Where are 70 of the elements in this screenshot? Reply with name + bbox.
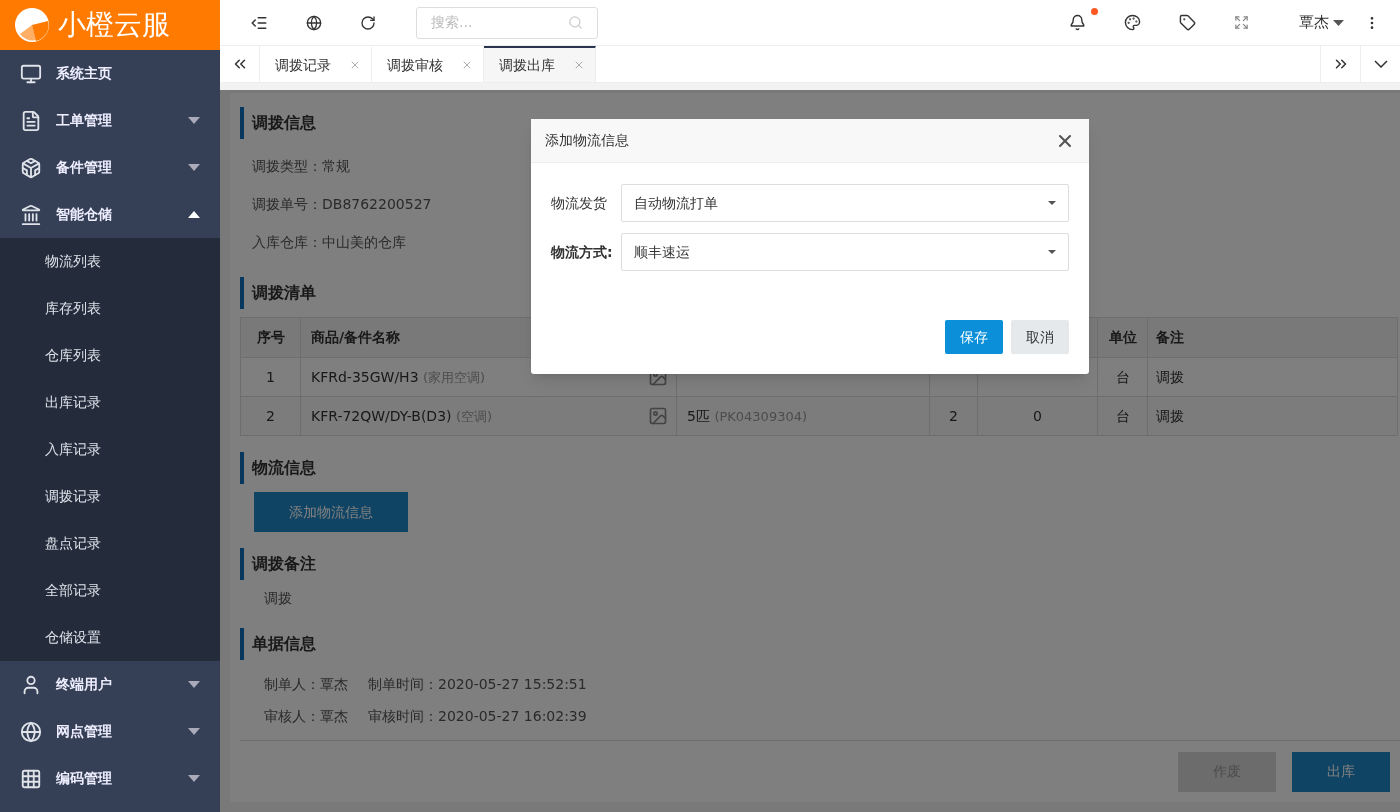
select-field[interactable]: 自动物流打单 — [621, 184, 1069, 222]
section-title: 物流信息 — [252, 457, 316, 479]
submenu-item[interactable]: 盘点记录 — [0, 520, 220, 567]
info-text: 审核人：覃杰 — [264, 706, 348, 726]
section-title: 调拨备注 — [252, 553, 316, 575]
logo-icon — [14, 7, 50, 43]
info-text: 审核时间：2020-05-27 16:02:39 — [368, 706, 587, 726]
table-cell: 2 — [929, 396, 978, 436]
bell-icon[interactable] — [1069, 14, 1086, 32]
section-title: 调拨信息 — [252, 112, 316, 134]
palette-icon[interactable] — [1124, 14, 1141, 32]
tab[interactable]: 调拨出库 — [484, 46, 596, 82]
grid-icon — [20, 767, 42, 790]
sidebar-item[interactable]: 终端用户 — [0, 661, 220, 708]
chevron-down-icon — [1373, 60, 1388, 69]
submenu-item[interactable]: 物流列表 — [0, 238, 220, 285]
submenu-item[interactable]: 全部记录 — [0, 567, 220, 614]
brand-name: 小橙云服 — [58, 11, 170, 39]
submenu-item[interactable]: 仓储设置 — [0, 614, 220, 661]
search-field[interactable]: 搜索... — [416, 6, 598, 39]
table-cell: 台 — [1097, 357, 1148, 397]
monitor-icon — [20, 62, 42, 85]
table-header: 序号 — [240, 317, 301, 358]
refresh-icon[interactable] — [360, 14, 376, 31]
tag-icon[interactable] — [1179, 14, 1196, 32]
sidebar-item[interactable]: 网点管理 — [0, 708, 220, 755]
cancel-button[interactable]: 取消 — [1011, 320, 1069, 354]
sidebar-item[interactable]: 工单管理 — [0, 97, 220, 144]
caret-down-icon — [1048, 250, 1056, 254]
table-header: 备注 — [1147, 317, 1398, 358]
remark-text: 调拨 — [263, 589, 293, 608]
info-text: 制单时间：2020-05-27 15:52:51 — [368, 674, 587, 694]
search-icon — [568, 15, 583, 31]
submenu-item[interactable]: 出库记录 — [0, 379, 220, 426]
section-title: 单据信息 — [252, 633, 316, 655]
globe-icon[interactable] — [306, 14, 322, 31]
save-button[interactable]: 保存 — [945, 320, 1003, 354]
bank-icon — [20, 203, 42, 226]
section-title: 调拨清单 — [252, 282, 316, 304]
globe-icon — [20, 720, 42, 743]
table-cell: 调拨 — [1147, 396, 1398, 436]
table-cell: 台 — [1097, 396, 1148, 436]
table-cell: 调拨 — [1147, 357, 1398, 397]
table-cell: 2 — [240, 396, 301, 436]
submenu-item[interactable]: 入库记录 — [0, 426, 220, 473]
info-text: 调拨类型：常规 — [252, 156, 350, 176]
user-menu[interactable]: 覃杰 — [1299, 11, 1344, 34]
submenu-item[interactable]: 库存列表 — [0, 285, 220, 332]
dialog-title: 添加物流信息 — [545, 131, 630, 150]
search-input[interactable]: 搜索... — [431, 12, 568, 34]
sidebar-item[interactable]: 智能仓储 — [0, 191, 220, 238]
field-label: 物流发货 — [551, 194, 607, 211]
caret-down-icon — [1333, 19, 1344, 26]
table-cell: 1 — [240, 357, 301, 397]
tab[interactable]: 调拨记录 — [260, 46, 372, 82]
info-text: 制单人：覃杰 — [264, 674, 348, 694]
info-text: 入库仓库：中山美的仓库 — [252, 232, 406, 252]
field-label: 物流方式: — [551, 243, 613, 260]
info-text: 调拨单号：DB8762200527 — [252, 194, 432, 214]
sidebar-item[interactable]: 编码管理 — [0, 755, 220, 802]
submenu-item[interactable]: 调拨记录 — [0, 473, 220, 520]
caret-down-icon — [1048, 201, 1056, 205]
table-header: 单位 — [1097, 317, 1148, 358]
submenu-item[interactable]: 仓库列表 — [0, 332, 220, 379]
fullscreen-icon[interactable] — [1234, 15, 1249, 31]
sidebar-item[interactable]: 备件管理 — [0, 144, 220, 191]
file-icon — [20, 109, 42, 132]
select-field[interactable]: 顺丰速运 — [621, 233, 1069, 271]
table-cell: 0 — [977, 396, 1098, 436]
sidebar-item[interactable]: 系统主页 — [0, 50, 220, 97]
